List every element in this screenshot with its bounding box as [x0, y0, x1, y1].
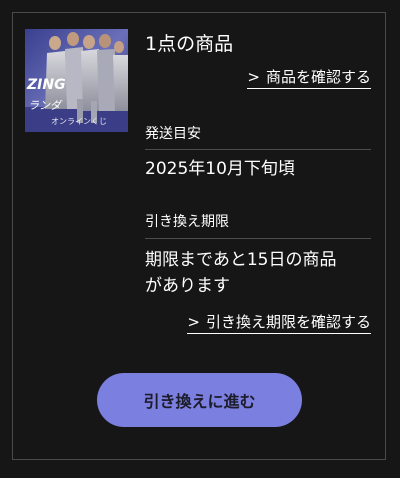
exchange-deadline-value-line2: があります [145, 276, 230, 296]
proceed-to-exchange-button[interactable]: 引き換えに進む [97, 373, 302, 427]
exchange-divider [145, 238, 371, 239]
shipping-label: 発送目安 [145, 126, 201, 142]
view-deadline-link[interactable]: > 引き換え期限を確認する [187, 311, 371, 334]
exchange-deadline-value-line1: 期限まであと15日の商品 [145, 250, 337, 270]
thumbnail-caption: オンラインくじ [51, 117, 107, 126]
thumbnail-logo-line1: ZING [27, 77, 66, 93]
thumbnail-logo-line2: ランダ [28, 99, 61, 112]
shipping-value: 2025年10月下旬頃 [145, 159, 295, 179]
shipping-divider [145, 149, 371, 150]
exchange-deadline-value: 期限まであと15日の商品 があります [145, 247, 371, 299]
exchange-card: ZING ランダ オンラインくじ 1点の商品 > 商品を確認する 発送目安 202… [12, 12, 386, 460]
chevron-right-icon: > [187, 313, 200, 331]
exchange-deadline-label: 引き換え期限 [145, 214, 229, 230]
chevron-right-icon: > [247, 68, 260, 86]
product-thumbnail[interactable]: ZING ランダ オンラインくじ [25, 29, 128, 132]
item-count: 1点の商品 [145, 33, 234, 55]
view-products-label: 商品を確認する [265, 68, 371, 86]
view-products-link[interactable]: > 商品を確認する [247, 66, 371, 89]
view-deadline-label: 引き換え期限を確認する [205, 313, 371, 331]
